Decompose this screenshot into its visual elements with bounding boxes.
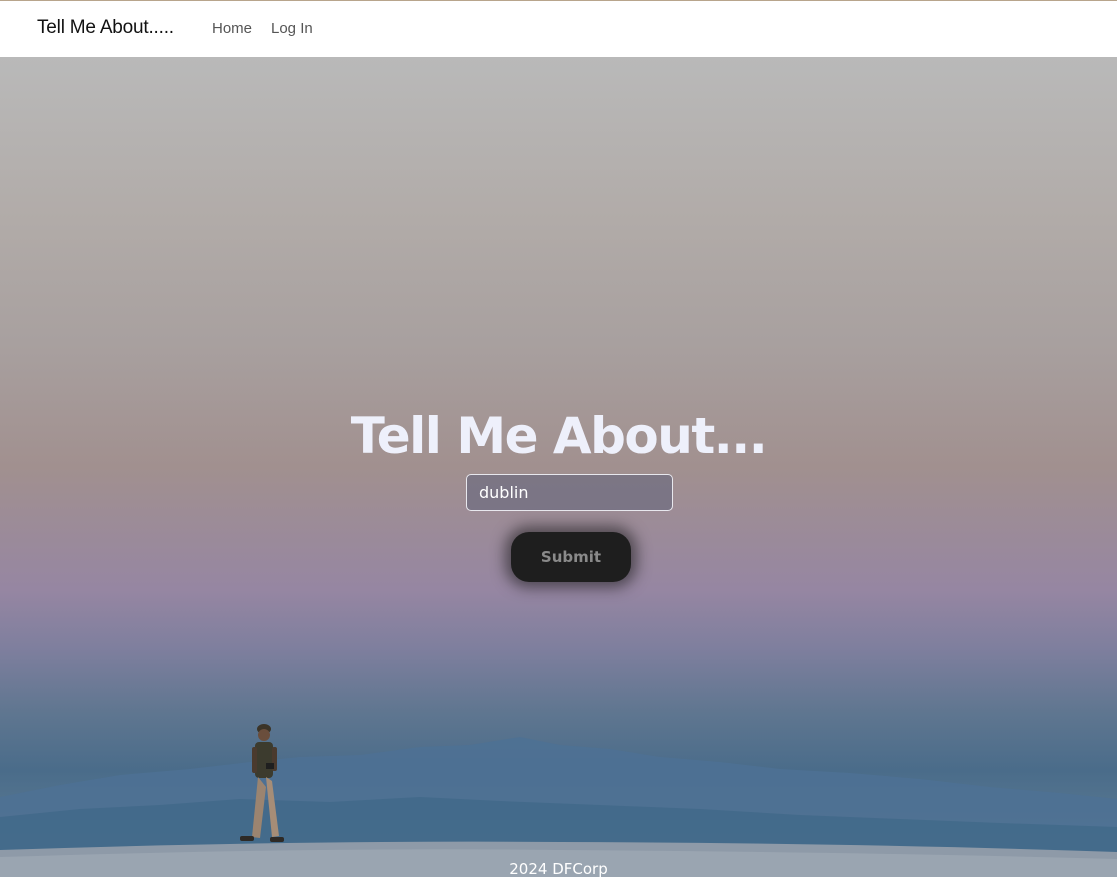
nav-link-home[interactable]: Home: [212, 20, 252, 37]
page-title: Tell Me About...: [350, 407, 768, 465]
background-landscape-image: [0, 724, 1117, 877]
top-navbar: Tell Me About..... Home Log In: [0, 0, 1117, 57]
footer-copyright: 2024 DFCorp: [509, 860, 608, 877]
brand-link[interactable]: Tell Me About.....: [37, 17, 174, 39]
nav-link-log-in[interactable]: Log In: [271, 20, 313, 37]
search-input[interactable]: [466, 474, 673, 511]
submit-button[interactable]: Submit: [511, 532, 631, 582]
hero-section: Tell Me About... Submit 2024 DFCorp: [0, 57, 1117, 877]
